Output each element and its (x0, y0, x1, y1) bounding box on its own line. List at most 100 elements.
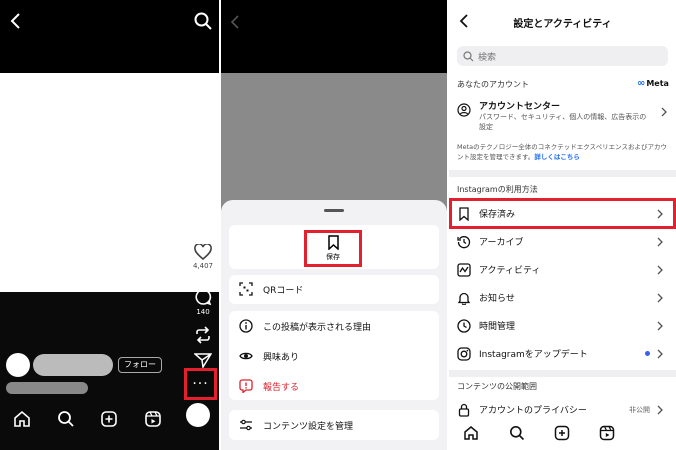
chevron-right-icon (656, 293, 664, 303)
post-options-panel: 保存 QRコード この投稿が表示される理由 興味あり 報告する コンテンツ設定を… (221, 0, 447, 450)
sheet-handle[interactable] (324, 209, 344, 212)
reels-icon[interactable] (144, 410, 162, 428)
update-dot (645, 351, 650, 356)
account-section-label: あなたのアカウント (457, 80, 529, 89)
qr-code-item[interactable]: QRコード (229, 275, 439, 303)
settings-panel: 設定とアクティビティ 検索 あなたのアカウント ∞ Meta アカウントセンター… (449, 0, 676, 450)
time-management-item[interactable]: 時間管理 (457, 312, 668, 339)
chevron-right-icon (656, 405, 664, 415)
settings-search-input[interactable]: 検索 (457, 46, 668, 66)
activity-label: アクティビティ (479, 266, 541, 276)
meta-label: Meta (646, 79, 669, 88)
meta-logo: ∞ Meta (637, 78, 669, 89)
search-icon (463, 50, 474, 62)
eye-icon (239, 349, 253, 363)
search-placeholder: 検索 (478, 52, 497, 63)
learn-more-link[interactable]: 詳しくはこちら (534, 153, 580, 161)
settings-header: 設定とアクティビティ (449, 0, 676, 42)
search-icon[interactable] (57, 410, 75, 428)
instagram-update-label: Instagramをアップデート (479, 350, 588, 360)
search-icon[interactable] (193, 11, 213, 31)
qr-code-label: QRコード (263, 285, 304, 296)
bell-icon (457, 291, 471, 305)
notifications-item[interactable]: お知らせ (457, 284, 668, 311)
reel-view-panel: 4,407 140 フォロー ··· (0, 0, 219, 450)
account-privacy-label: アカウントのプライバシー (479, 406, 587, 416)
chevron-right-icon (656, 237, 664, 247)
qr-code-icon (239, 282, 253, 296)
post-media[interactable] (0, 73, 219, 292)
bottom-nav (449, 420, 676, 450)
lock-icon (457, 403, 471, 417)
saved-item[interactable]: 保存済み (457, 200, 668, 227)
chevron-right-icon (656, 209, 664, 219)
follow-button[interactable]: フォロー (118, 357, 162, 373)
visibility-section-label: コンテンツの公開範囲 (457, 382, 537, 391)
archive-item[interactable]: アーカイブ (457, 228, 668, 255)
comment-count: 140 (196, 308, 210, 316)
back-icon[interactable] (6, 10, 26, 32)
account-privacy-item[interactable]: アカウントのプライバシー 非公開 (457, 396, 668, 423)
share-button[interactable] (190, 352, 216, 368)
interested-item[interactable]: 興味あり (229, 342, 439, 370)
time-management-label: 時間管理 (479, 322, 516, 332)
chevron-right-icon (656, 349, 664, 359)
comment-icon (194, 288, 212, 306)
reels-icon[interactable] (599, 425, 615, 441)
chevron-right-icon (656, 265, 664, 275)
account-center-item[interactable]: アカウントセンター パスワード、セキュリティ、個人の情報、広告表示の設定 (457, 99, 668, 137)
like-button[interactable]: 4,407 (190, 244, 216, 270)
notifications-label: お知らせ (479, 294, 515, 304)
options-sheet: 保存 QRコード この投稿が表示される理由 興味あり 報告する コンテンツ設定を… (221, 200, 447, 450)
save-label: 保存 (326, 253, 340, 261)
author-name-placeholder[interactable] (33, 354, 113, 376)
section-divider (449, 170, 676, 177)
author-avatar[interactable] (6, 353, 30, 377)
report-item[interactable]: 報告する (229, 372, 439, 400)
repost-icon (194, 326, 212, 344)
activity-icon (457, 262, 471, 277)
account-icon (457, 103, 471, 117)
send-icon (194, 352, 212, 368)
create-icon[interactable] (554, 425, 570, 441)
bookmark-icon (457, 206, 471, 221)
why-shown-item[interactable]: この投稿が表示される理由 (229, 312, 439, 340)
usage-section-label: Instagramの利用方法 (457, 185, 538, 194)
like-count: 4,407 (192, 262, 214, 270)
archive-icon (457, 235, 471, 249)
saved-label: 保存済み (479, 210, 516, 220)
manage-content-item[interactable]: コンテンツ設定を管理 (229, 411, 439, 439)
search-icon[interactable] (509, 425, 525, 441)
clock-icon (457, 318, 471, 333)
heart-icon (194, 244, 212, 260)
interested-label: 興味あり (263, 352, 300, 363)
back-icon[interactable] (227, 13, 243, 31)
sliders-icon (239, 418, 253, 432)
archive-label: アーカイブ (479, 238, 524, 248)
more-icon: ··· (192, 376, 209, 392)
save-button[interactable]: 保存 (304, 230, 362, 267)
account-center-title: アカウントセンター (479, 102, 561, 112)
activity-item[interactable]: アクティビティ (457, 256, 668, 283)
chevron-right-icon (660, 107, 668, 117)
instagram-update-item[interactable]: Instagramをアップデート (457, 340, 668, 367)
comment-button[interactable]: 140 (190, 288, 216, 316)
caption-placeholder (6, 382, 88, 394)
meta-note: Metaのテクノロジー全体のコネクテッドエクスペリエンスおよびアカウント設定を管… (457, 142, 671, 162)
home-icon[interactable] (13, 410, 31, 428)
privacy-status: 非公開 (629, 406, 650, 414)
account-center-subtitle: パスワード、セキュリティ、個人の情報、広告表示の設定 (479, 113, 647, 131)
info-icon (239, 319, 253, 333)
post-media-dimmed (221, 73, 447, 213)
more-options-button[interactable]: ··· (184, 368, 217, 400)
create-icon[interactable] (100, 410, 118, 428)
section-divider (449, 370, 676, 377)
chevron-right-icon (656, 321, 664, 331)
page-title: 設定とアクティビティ (513, 19, 612, 30)
profile-avatar[interactable] (186, 403, 210, 427)
manage-content-label: コンテンツ設定を管理 (263, 421, 354, 432)
remix-button[interactable] (190, 326, 216, 344)
meta-infinity-icon: ∞ (637, 78, 646, 89)
why-shown-label: この投稿が表示される理由 (263, 322, 372, 333)
home-icon[interactable] (463, 425, 479, 441)
